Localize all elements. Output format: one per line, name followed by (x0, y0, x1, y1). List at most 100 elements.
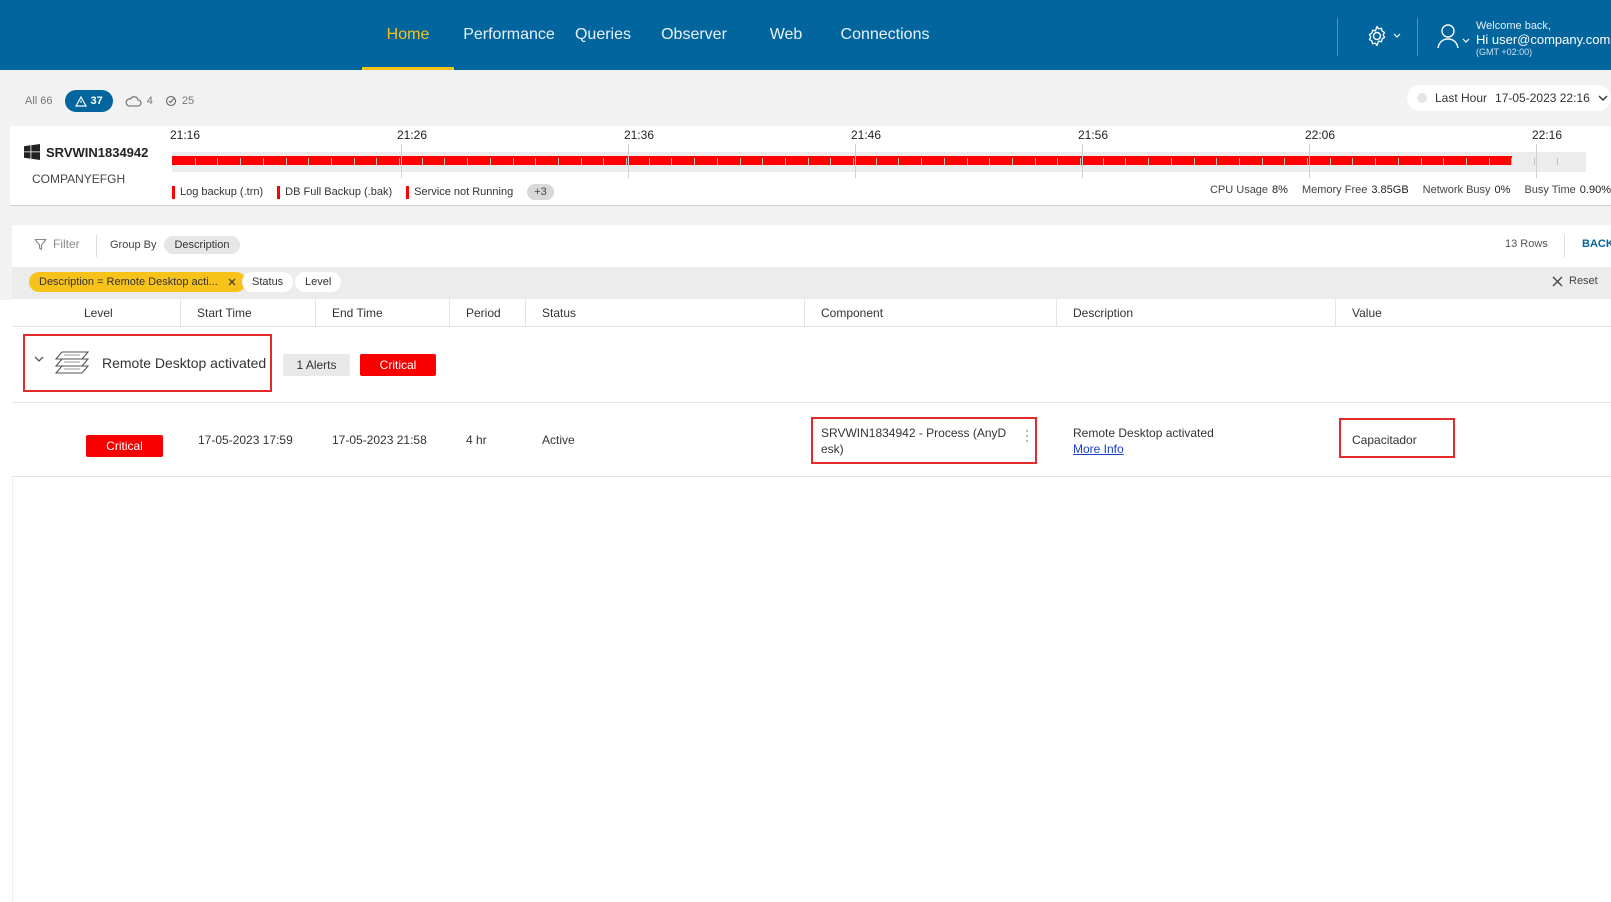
column-header-start-time[interactable]: Start Time (197, 299, 252, 327)
counter-all[interactable]: All 66 (25, 95, 53, 107)
timeline-minor-tick (1057, 158, 1058, 165)
filter-button[interactable]: Filter (34, 237, 80, 251)
group-row[interactable]: Remote Desktop activated 1 Alerts Critic… (12, 327, 1611, 403)
more-options-icon[interactable] (1025, 428, 1029, 447)
alerts-count-chip[interactable]: 1 Alerts (283, 354, 350, 376)
column-divider (804, 299, 805, 327)
column-divider (180, 299, 181, 327)
timeline-gridline (628, 144, 629, 178)
timeline-minor-tick (1125, 158, 1126, 165)
column-header-component[interactable]: Component (821, 299, 883, 327)
chevron-down-icon (1598, 95, 1608, 101)
timeline-minor-tick (808, 158, 809, 165)
timeline-minor-tick (376, 158, 377, 165)
counter-cloud[interactable]: 4 (125, 95, 153, 107)
group-by-control: Group By Description (110, 236, 240, 254)
metric-cpu: CPU Usage 8% (1210, 184, 1288, 196)
timeline-minor-tick (1307, 158, 1308, 165)
legend-marker (172, 185, 175, 199)
column-header-description[interactable]: Description (1073, 299, 1133, 327)
timeline-minor-tick (1511, 158, 1512, 165)
toolbar-divider (96, 235, 97, 257)
filter-icon (34, 238, 47, 250)
timeline-gridline (1082, 144, 1083, 178)
group-header-highlight[interactable]: Remote Desktop activated (23, 334, 272, 392)
host-name[interactable]: SRVWIN1834942 (24, 144, 148, 160)
column-header-level[interactable]: Level (84, 299, 113, 327)
close-icon[interactable] (228, 278, 236, 286)
filter-chip-description[interactable]: Description = Remote Desktop acti... (29, 272, 246, 292)
chevron-down-icon (1462, 38, 1470, 43)
component-line-2: esk) (821, 442, 844, 456)
time-range-selector[interactable]: Last Hour 17-05-2023 22:16 (1407, 85, 1611, 111)
start-time-cell: 17-05-2023 17:59 (198, 433, 293, 447)
timeline-track[interactable] (172, 144, 1586, 178)
timeline-minor-tick (308, 158, 309, 165)
filter-chip-level[interactable]: Level (295, 272, 342, 292)
column-header-status[interactable]: Status (542, 299, 576, 327)
user-menu[interactable] (1436, 22, 1470, 50)
counter-warnings-value: 37 (90, 95, 103, 107)
chevron-down-icon[interactable] (34, 356, 44, 363)
host-info: SRVWIN1834942 COMPANYEFGH (24, 144, 148, 186)
table-row[interactable]: Critical 17-05-2023 17:59 17-05-2023 21:… (12, 403, 1611, 477)
metric-busy-time: Busy Time 0.90% (1524, 184, 1611, 196)
back-button[interactable]: BACK (1582, 238, 1611, 250)
group-by-chip[interactable]: Description (164, 236, 240, 254)
timeline-minor-tick (217, 158, 218, 165)
toolbar-divider (1564, 235, 1565, 257)
metric-value: 0% (1494, 184, 1511, 196)
timeline-minor-tick (240, 158, 241, 165)
timeline-minor-tick (1035, 158, 1036, 165)
column-header-end-time[interactable]: End Time (332, 299, 383, 327)
timeline-minor-tick (354, 158, 355, 165)
component-cell: SRVWIN1834942 - Process (AnyD esk) (821, 425, 1006, 457)
windows-icon (24, 144, 40, 160)
value-cell: Capacitador (1352, 433, 1417, 447)
legend-label: DB Full Backup (.bak) (285, 186, 393, 198)
tab-queries[interactable]: Queries (568, 0, 638, 70)
metric-memory: Memory Free 3.85GB (1302, 184, 1409, 196)
user-icon (1437, 24, 1459, 49)
tab-performance[interactable]: Performance (458, 0, 560, 70)
settings-menu[interactable] (1365, 24, 1401, 48)
legend-item: DB Full Backup (.bak) (277, 185, 393, 199)
timeline-minor-tick (1489, 158, 1490, 165)
nav-divider-2 (1417, 18, 1418, 56)
counter-checked[interactable]: 25 (165, 95, 194, 107)
timeline-gridline (1309, 144, 1310, 178)
nav-divider (1337, 18, 1338, 56)
filter-chip-status[interactable]: Status (242, 272, 294, 292)
tab-home[interactable]: Home (362, 0, 454, 70)
period-cell: 4 hr (466, 433, 487, 447)
reset-filters-button[interactable]: Reset (1552, 275, 1598, 287)
timeline-minor-tick (694, 158, 695, 165)
check-circle-icon (165, 95, 176, 107)
more-info-link[interactable]: More Info (1073, 441, 1214, 457)
timeline-legend: Log backup (.trn) DB Full Backup (.bak) … (172, 184, 554, 200)
metric-network: Network Busy 0% (1423, 184, 1511, 196)
metric-label: Network Busy (1422, 184, 1491, 196)
column-header-period[interactable]: Period (466, 299, 501, 327)
legend-item: Service not Running (406, 185, 514, 199)
tab-observer[interactable]: Observer (654, 0, 734, 70)
timeline-minor-tick (535, 158, 536, 165)
tab-connections[interactable]: Connections (830, 0, 940, 70)
timeline-minor-tick (898, 158, 899, 165)
legend-marker (277, 185, 281, 199)
tab-web[interactable]: Web (756, 0, 816, 70)
timeline-critical-bar (172, 156, 1512, 165)
counter-warnings[interactable]: 37 (64, 90, 113, 112)
timeline-minor-tick (1557, 158, 1558, 165)
timeline-minor-tick (467, 158, 468, 165)
column-header-value[interactable]: Value (1352, 299, 1382, 327)
timeline-tick-label: 22:16 (1532, 128, 1563, 142)
timeline-minor-tick (1171, 158, 1172, 165)
range-label: Last Hour (1435, 91, 1488, 105)
row-count: 13 Rows (1505, 238, 1548, 250)
legend-more-button[interactable]: +3 (527, 184, 554, 200)
timeline-minor-tick (1262, 158, 1263, 165)
description-cell: Remote Desktop activated More Info (1073, 425, 1214, 457)
legend-label: Service not Running (414, 186, 514, 198)
timeline-tick-label: 21:26 (397, 128, 428, 142)
